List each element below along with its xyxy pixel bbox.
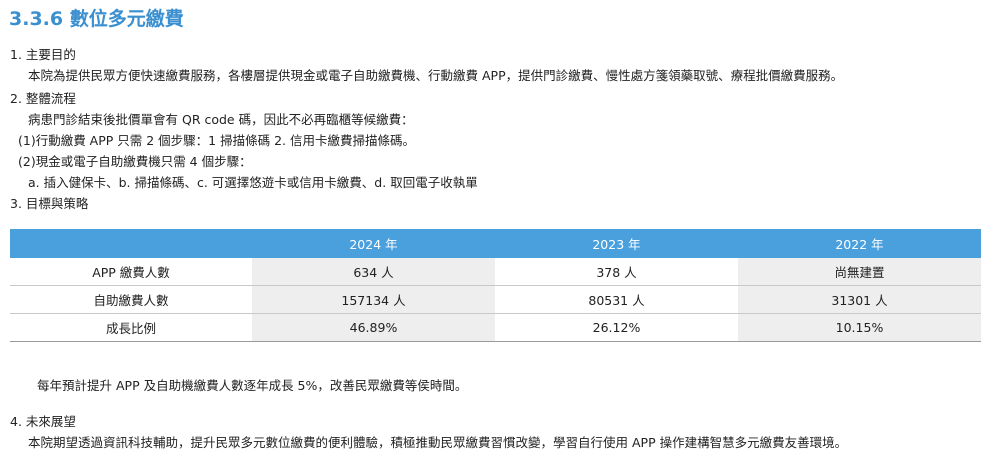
table-header-row: 2024 年 2023 年 2022 年 xyxy=(10,229,981,258)
table-row: 成長比例 46.89% 26.12% 10.15% xyxy=(10,313,981,342)
cell-kiosk-2024: 157134 人 xyxy=(252,285,495,314)
section-2-item-2-steps: a. 插入健保卡、b. 掃描條碼、c. 可選擇悠遊卡或信用卡繳費、d. 取回電子… xyxy=(28,175,478,190)
cell-kiosk-2023: 80531 人 xyxy=(495,285,738,314)
table-header-2022: 2022 年 xyxy=(738,229,981,258)
page-title: 3.3.6 數位多元繳費 xyxy=(9,8,184,30)
cell-kiosk-2022: 31301 人 xyxy=(738,285,981,314)
payment-stats-table: 2024 年 2023 年 2022 年 APP 繳費人數 634 人 378 … xyxy=(10,229,981,342)
table-header-blank xyxy=(10,229,252,258)
section-4-body: 本院期望透過資訊科技輔助，提升民眾多元數位繳費的便利體驗，積極推動民眾繳費習慣改… xyxy=(28,435,848,450)
cell-growth-2024: 46.89% xyxy=(252,313,495,342)
table-header-2024: 2024 年 xyxy=(252,229,495,258)
row-label-kiosk: 自助繳費人數 xyxy=(10,285,252,314)
section-1-body: 本院為提供民眾方便快速繳費服務，各樓層提供現金或電子自助繳費機、行動繳費 APP… xyxy=(28,68,844,83)
section-2-item-2: (2)現金或電子自助繳費機只需 4 個步驟： xyxy=(18,154,252,169)
row-label-growth: 成長比例 xyxy=(10,313,252,342)
cell-growth-2023: 26.12% xyxy=(495,313,738,342)
cell-app-2024: 634 人 xyxy=(252,258,495,286)
section-2-intro: 病患門診結束後批價單會有 QR code 碼，因此不必再臨櫃等候繳費： xyxy=(28,112,414,127)
section-1-heading: 1. 主要目的 xyxy=(10,47,76,62)
row-label-app: APP 繳費人數 xyxy=(10,258,252,286)
section-2-item-1: (1)行動繳費 APP 只需 2 個步驟：1 掃描條碼 2. 信用卡繳費掃描條碼… xyxy=(18,133,415,148)
section-2-heading: 2. 整體流程 xyxy=(10,91,76,106)
section-3-note: 每年預計提升 APP 及自助機繳費人數逐年成長 5%，改善民眾繳費等侯時間。 xyxy=(37,378,468,393)
table-row: 自助繳費人數 157134 人 80531 人 31301 人 xyxy=(10,285,981,314)
table-header-2023: 2023 年 xyxy=(495,229,738,258)
table-row: APP 繳費人數 634 人 378 人 尚無建置 xyxy=(10,258,981,286)
cell-app-2023: 378 人 xyxy=(495,258,738,286)
section-3-heading: 3. 目標與策略 xyxy=(10,196,89,211)
cell-app-2022: 尚無建置 xyxy=(738,258,981,286)
section-4-heading: 4. 未來展望 xyxy=(10,414,76,429)
cell-growth-2022: 10.15% xyxy=(738,313,981,342)
